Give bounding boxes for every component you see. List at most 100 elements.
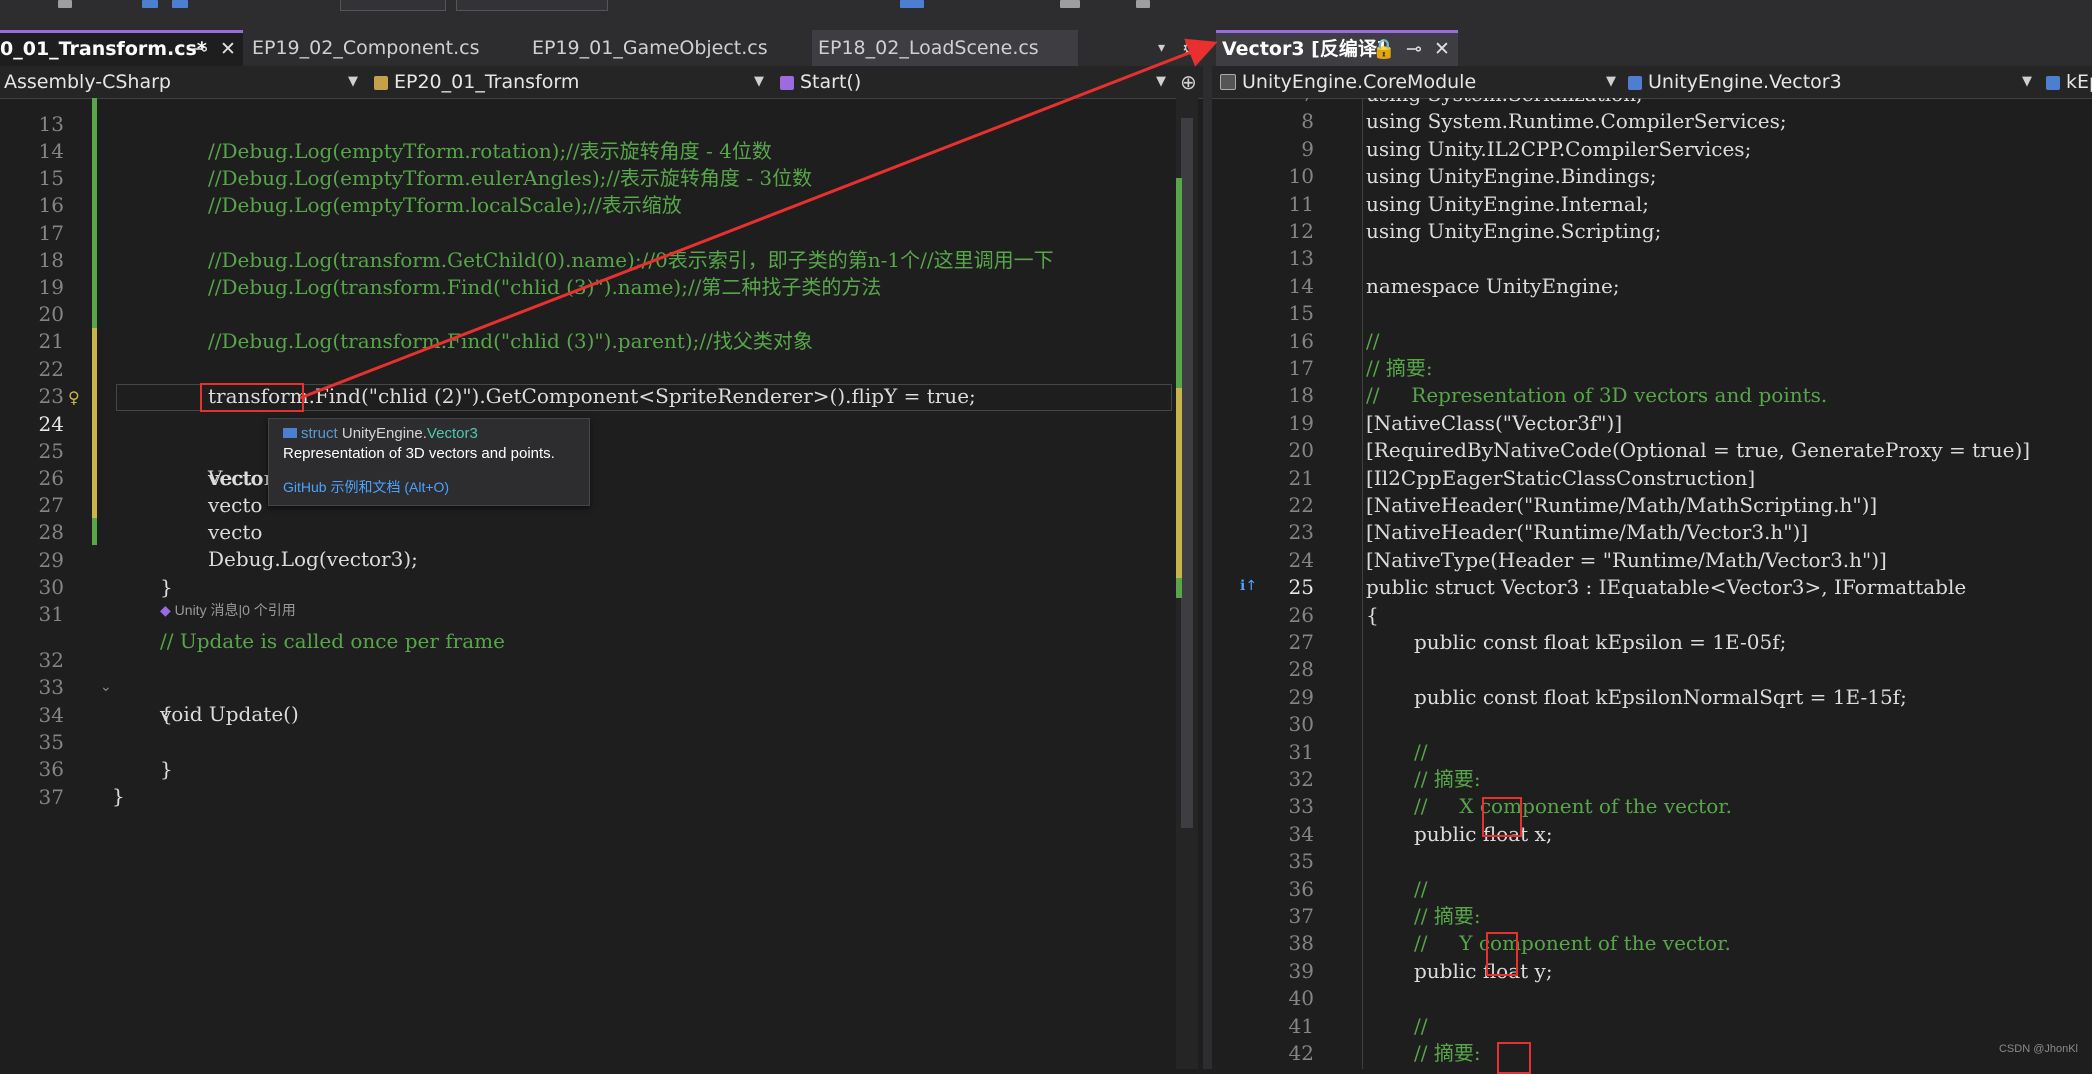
lightbulb-icon[interactable]: ♀ — [68, 384, 80, 411]
pin-icon[interactable]: ⊸ — [192, 33, 208, 65]
annotation-box-z — [1497, 1042, 1531, 1074]
code-text: //Debug.Log(emptyTform.eulerAngles);//表示… — [208, 166, 813, 190]
toolbar-run-icon[interactable] — [900, 0, 924, 8]
left-editor[interactable]: 13 //Debug.Log(emptyTform.rotation);//表示… — [0, 98, 1203, 1069]
codelens-references[interactable]: ◆ Unity 消息|0 个引用 — [160, 601, 296, 619]
line-number: 33 — [1288, 794, 1314, 819]
line-number: 24 — [38, 412, 64, 436]
code-text: using System.Serialization; — [1366, 98, 1643, 108]
line-number: 8 — [1301, 109, 1314, 134]
line-number: 14 — [1288, 273, 1314, 298]
code-text: using UnityEngine.Internal; — [1366, 191, 1649, 216]
code-line: 29 } — [0, 520, 173, 599]
split-editor-icon[interactable]: ⊕ — [1180, 70, 1197, 94]
code-text: // — [1366, 328, 1380, 353]
config-dropdown[interactable] — [340, 0, 446, 11]
line-number: 26 — [1288, 602, 1314, 627]
code-text: [NativeHeader("Runtime/Math/MathScriptin… — [1366, 493, 1878, 517]
line-number: 24 — [1288, 547, 1314, 572]
toolbar-pin-icon[interactable] — [1136, 0, 1150, 8]
tab-component[interactable]: EP19_02_Component.cs — [246, 30, 516, 66]
line-number: 27 — [1288, 630, 1314, 654]
code-line: 27 vecto — [0, 465, 263, 544]
code-text: // 摘要: — [1414, 904, 1481, 928]
tab-overflow-icon[interactable]: ▾ — [1158, 40, 1165, 56]
tab-vector3-decompiled[interactable]: Vector3 [反编译] 🔒 ⊸ ✕ — [1216, 30, 1458, 66]
left-scrollbar[interactable] — [1176, 98, 1198, 1069]
code-text: //Debug.Log(emptyTform.rotation);//表示旋转角… — [208, 139, 772, 163]
code-text: using UnityEngine.Scripting; — [1366, 219, 1662, 243]
member-combo[interactable]: kEp — [2042, 68, 2092, 96]
close-icon[interactable]: ✕ — [220, 33, 236, 65]
code-line: 19 — [0, 247, 64, 299]
code-text: [Il2CppEagerStaticClassConstruction] — [1366, 465, 1756, 490]
type-combo[interactable]: UnityEngine.Vector3 ▼ — [1624, 68, 2038, 96]
code-line: 23 — [0, 356, 64, 408]
code-text: using Unity.IL2CPP.CompilerServices; — [1366, 136, 1752, 161]
chevron-down-icon: ▼ — [2022, 74, 2032, 89]
editor-splitter[interactable] — [1203, 30, 1212, 1069]
watermark-text: CSDN @JhonKl — [1998, 1043, 2078, 1055]
class-combo[interactable]: EP20_01_Transform ▼ — [370, 68, 770, 96]
line-number: 28 — [1288, 657, 1314, 682]
project-combo[interactable]: Assembly-CSharp ▼ — [0, 68, 364, 96]
code-line: 17 //Debug.Log(transform.GetChild(0).nam… — [0, 193, 1054, 272]
tab-gameobject[interactable]: EP19_01_GameObject.cs — [526, 30, 806, 66]
gear-icon[interactable]: ⚙ — [1182, 38, 1198, 59]
code-text: vecto — [208, 520, 263, 544]
right-editor[interactable]: 7 using System.Serialization; 8 using Syste… — [1212, 98, 2092, 1069]
tab-label: EP19_02_Component.cs — [252, 37, 480, 59]
line-number: 19 — [38, 275, 64, 299]
code-text: namespace UnityEngine; — [1366, 273, 1620, 298]
toolbar-window-icon[interactable] — [1060, 0, 1080, 8]
line-number: 34 — [1288, 821, 1314, 846]
code-text: // Update is called once per frame — [160, 629, 505, 653]
code-text: public const float kEpsilon = 1E-05f; — [1414, 630, 1787, 654]
platform-dropdown[interactable] — [456, 0, 608, 11]
code-text: // 摘要: — [1414, 1041, 1481, 1065]
line-number: 18 — [1288, 383, 1314, 408]
fold-icon[interactable]: ⌄ — [100, 674, 112, 701]
tab-transform[interactable]: 0_01_Transform.cs* ⊸ ✕ — [0, 30, 243, 66]
line-number: 26 — [38, 466, 64, 490]
line-number: 23 — [1288, 520, 1314, 545]
annotation-box-y — [1486, 932, 1518, 976]
tab-loadscene[interactable]: EP18_02_LoadScene.cs — [812, 30, 1078, 66]
method-combo[interactable]: Start() ▼ — [776, 68, 1172, 96]
scroll-thumb[interactable] — [1181, 118, 1193, 828]
implementations-icon[interactable]: ℹ↑ — [1240, 578, 1257, 594]
close-icon[interactable]: ✕ — [1434, 33, 1450, 65]
top-toolbar — [0, 0, 2092, 31]
line-number: 12 — [1288, 219, 1314, 243]
right-tabstrip: Vector3 [反编译] 🔒 ⊸ ✕ — [1212, 30, 2092, 66]
lock-icon: 🔒 — [1372, 38, 1396, 60]
method-label: Start() — [800, 71, 862, 93]
module-combo[interactable]: UnityEngine.CoreModule ▼ — [1216, 68, 1622, 96]
code-line: 20 //Debug.Log(transform.Find("chlid (3)… — [0, 274, 813, 353]
code-line: 25 vecto — [0, 411, 263, 490]
line-number: 13 — [1288, 246, 1314, 271]
line-number: 30 — [1288, 712, 1314, 737]
field-icon — [2046, 76, 2060, 90]
pin-icon[interactable]: ⊸ — [1406, 33, 1422, 65]
code-line: 26 vecto — [0, 438, 263, 517]
code-line: 21 — [0, 301, 64, 353]
line-number: 38 — [1288, 931, 1314, 956]
struct-icon — [283, 428, 297, 438]
toolbar-save-icon[interactable] — [172, 0, 188, 8]
code-text: Debug.Log(vector3); — [208, 547, 418, 571]
code-text: //Debug.Log(transform.Find("chlid (3)").… — [208, 275, 882, 299]
tooltip-docs-link[interactable]: GitHub 示例和文档 (Alt+O) — [283, 477, 449, 497]
code-text: public float y; — [1414, 958, 1553, 983]
line-number: 40 — [1288, 986, 1314, 1011]
indent-guide — [1362, 98, 1363, 1069]
line-number: 21 — [1288, 465, 1314, 490]
toolbar-open-icon[interactable] — [142, 0, 158, 8]
code-text: // 摘要: — [1414, 767, 1481, 791]
line-number: 13 — [38, 112, 64, 136]
chevron-down-icon: ▼ — [754, 74, 764, 89]
line-number: 9 — [1301, 136, 1314, 161]
line-number: 15 — [38, 166, 64, 190]
chevron-down-icon: ▼ — [1606, 74, 1616, 89]
toolbar-new-icon[interactable] — [58, 0, 72, 8]
